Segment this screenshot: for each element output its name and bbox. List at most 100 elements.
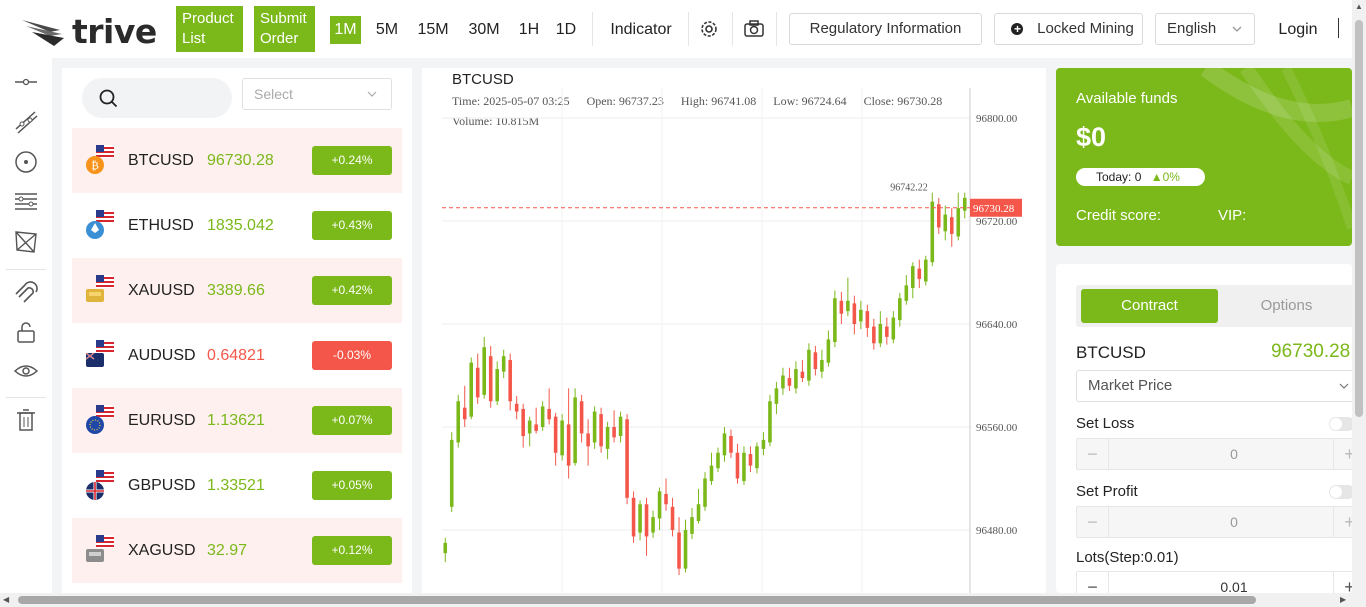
- candle-body[interactable]: [651, 517, 655, 533]
- trend-line-tool-icon[interactable]: [13, 109, 39, 135]
- candle-body[interactable]: [592, 411, 597, 443]
- candle-body[interactable]: [495, 369, 499, 402]
- candle-body[interactable]: [859, 309, 863, 322]
- candle-body[interactable]: [729, 436, 733, 453]
- trash-icon[interactable]: [13, 407, 39, 433]
- login-link[interactable]: Login: [1276, 16, 1320, 44]
- candle-body[interactable]: [605, 427, 610, 449]
- candle-body[interactable]: [826, 339, 831, 363]
- candle-body[interactable]: [813, 352, 818, 370]
- logo[interactable]: trive: [20, 12, 157, 51]
- candle-body[interactable]: [748, 454, 753, 466]
- indicator-button[interactable]: Indicator: [601, 16, 681, 44]
- magnet-icon[interactable]: [13, 279, 39, 305]
- set-loss-toggle[interactable]: [1329, 417, 1352, 431]
- candle-body[interactable]: [852, 303, 857, 324]
- candle-body[interactable]: [787, 378, 792, 386]
- timeframe-1d[interactable]: 1D: [553, 16, 579, 44]
- candle-body[interactable]: [475, 367, 480, 398]
- candle-body[interactable]: [865, 311, 870, 328]
- candle-body[interactable]: [456, 401, 461, 443]
- fibonacci-tool-icon[interactable]: [13, 189, 39, 215]
- candle-body[interactable]: [696, 504, 701, 521]
- candle-body[interactable]: [482, 347, 486, 395]
- candle-body[interactable]: [742, 452, 746, 482]
- symbol-row[interactable]: ETHUSD 1835.042 +0.43%: [72, 193, 402, 258]
- product-list-button[interactable]: Product List: [176, 6, 243, 52]
- scroll-left-arrow-icon[interactable]: ◀: [3, 595, 9, 604]
- candlestick-chart[interactable]: 96800.00 96720.00 96640.00 96560.00 96480.00…: [422, 68, 1046, 593]
- candle-body[interactable]: [514, 403, 519, 412]
- candle-body[interactable]: [527, 420, 532, 434]
- candle-body[interactable]: [690, 517, 694, 534]
- candle-body[interactable]: [755, 446, 759, 469]
- symbol-row[interactable]: AUDUSD 0.64821 -0.03%: [72, 323, 402, 388]
- candle-body[interactable]: [612, 427, 616, 438]
- timeframe-5m[interactable]: 5M: [371, 16, 403, 44]
- submit-order-button[interactable]: Submit Order: [254, 6, 315, 52]
- candle-body[interactable]: [631, 497, 636, 537]
- candle-body[interactable]: [573, 397, 577, 464]
- candle-body[interactable]: [462, 407, 467, 420]
- vertical-scroll-thumb[interactable]: [1355, 20, 1363, 417]
- candle-body[interactable]: [586, 433, 590, 447]
- scroll-right-arrow-icon[interactable]: ▶: [1340, 595, 1346, 604]
- candle-body[interactable]: [716, 452, 720, 469]
- candle-body[interactable]: [930, 201, 935, 263]
- increment-button[interactable]: +: [1333, 439, 1352, 469]
- order-type-select[interactable]: Market Price: [1076, 370, 1352, 402]
- candle-body[interactable]: [924, 259, 928, 282]
- set-profit-toggle[interactable]: [1329, 485, 1352, 499]
- candle-body[interactable]: [885, 326, 889, 337]
- candle-body[interactable]: [625, 419, 629, 498]
- candle-body[interactable]: [709, 465, 714, 482]
- candle-body[interactable]: [891, 317, 896, 340]
- symbol-row[interactable]: XAGUSD 32.97 +0.12%: [72, 518, 402, 583]
- candle-body[interactable]: [820, 360, 824, 372]
- locked-mining-button[interactable]: + Locked Mining: [994, 13, 1143, 45]
- candle-body[interactable]: [599, 414, 603, 447]
- candle-body[interactable]: [443, 542, 448, 554]
- candle-body[interactable]: [911, 266, 915, 288]
- symbol-row[interactable]: EURUSD 1.13621 +0.07%: [72, 388, 402, 453]
- symbol-row[interactable]: ₿ BTCUSD 96730.28 +0.24%: [72, 128, 402, 193]
- candle-body[interactable]: [547, 408, 551, 420]
- candle-body[interactable]: [566, 424, 571, 466]
- candle-body[interactable]: [703, 478, 707, 507]
- timeframe-1h[interactable]: 1H: [516, 16, 542, 44]
- decrement-button[interactable]: −: [1077, 439, 1109, 469]
- candle-body[interactable]: [469, 362, 474, 417]
- candle-body[interactable]: [644, 504, 649, 537]
- candle-body[interactable]: [898, 298, 902, 321]
- scroll-up-arrow-icon[interactable]: ▲: [1355, 2, 1363, 11]
- eye-icon[interactable]: [13, 358, 39, 384]
- candle-body[interactable]: [872, 326, 876, 344]
- candle-body[interactable]: [670, 506, 675, 530]
- timeframe-30m[interactable]: 30M: [464, 16, 504, 44]
- candle-body[interactable]: [657, 491, 662, 519]
- candle-body[interactable]: [449, 439, 454, 507]
- symbol-row[interactable]: GBPUSD 1.33521 +0.05%: [72, 453, 402, 518]
- symbol-row[interactable]: XAUUSD 3389.66 +0.42%: [72, 258, 402, 323]
- candle-body[interactable]: [943, 214, 948, 232]
- candle-body[interactable]: [781, 375, 785, 389]
- candle-body[interactable]: [735, 452, 740, 479]
- unlock-icon[interactable]: [13, 319, 39, 345]
- category-select[interactable]: Select: [242, 78, 392, 110]
- language-select[interactable]: English: [1155, 13, 1255, 45]
- candle-body[interactable]: [553, 416, 558, 453]
- candle-body[interactable]: [677, 532, 681, 569]
- candle-body[interactable]: [833, 298, 837, 343]
- horizontal-scrollbar[interactable]: ◀ ▶: [0, 593, 1352, 607]
- settings-gear-icon[interactable]: [698, 18, 720, 40]
- candle-body[interactable]: [501, 356, 506, 372]
- decrement-button[interactable]: −: [1077, 507, 1109, 537]
- vertical-scrollbar[interactable]: ▲: [1352, 0, 1366, 607]
- tab-contract[interactable]: Contract: [1081, 289, 1218, 323]
- tab-options[interactable]: Options: [1218, 289, 1352, 323]
- candle-body[interactable]: [956, 208, 961, 237]
- decrement-button[interactable]: −: [1077, 572, 1109, 593]
- set-loss-value[interactable]: 0: [1109, 439, 1352, 469]
- horizontal-line-tool-icon[interactable]: [13, 69, 39, 95]
- timeframe-1m[interactable]: 1M: [330, 16, 361, 44]
